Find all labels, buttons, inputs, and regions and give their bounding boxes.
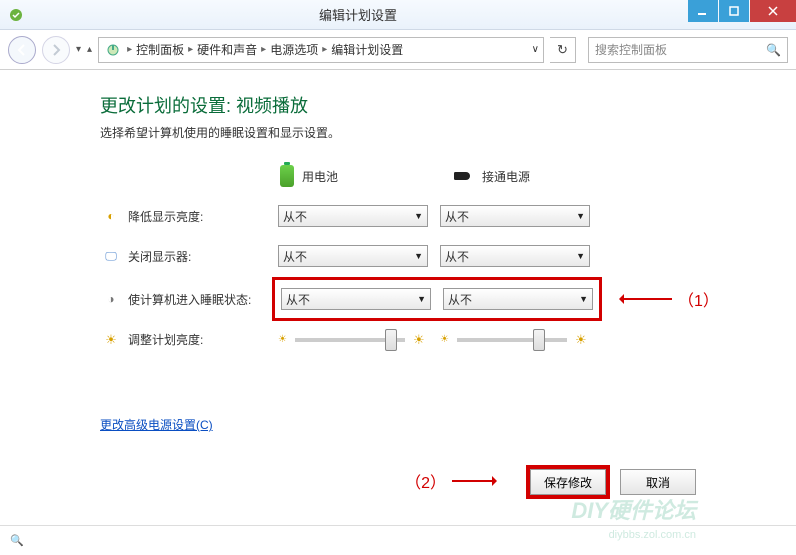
- search-placeholder: 搜索控制面板: [595, 41, 667, 58]
- search-input[interactable]: 搜索控制面板 🔍: [588, 37, 788, 63]
- chevron-right-icon: ▸: [184, 44, 197, 55]
- chevron-down-icon: ▼: [576, 251, 585, 261]
- dim-battery-select[interactable]: 从不▼: [278, 205, 428, 227]
- arrow-right-icon: [452, 480, 496, 482]
- cancel-button[interactable]: 取消: [620, 469, 696, 495]
- turn-off-display-row: 🖵 关闭显示器: 从不▼ 从不▼: [100, 245, 796, 267]
- arrow-left-icon: [620, 298, 672, 300]
- column-headers: 用电池 接通电源: [100, 165, 796, 187]
- off-ac-select[interactable]: 从不▼: [440, 245, 590, 267]
- app-icon: [4, 3, 28, 27]
- history-dropdown-icon[interactable]: ▾: [76, 44, 81, 55]
- minimize-button[interactable]: [688, 0, 718, 22]
- page-subheading: 选择希望计算机使用的睡眠设置和显示设置。: [100, 124, 796, 141]
- sun-icon: ☀: [100, 332, 122, 348]
- refresh-button[interactable]: ↻: [550, 37, 576, 63]
- moon-icon: ◑: [100, 292, 122, 306]
- sleep-battery-select[interactable]: 从不▼: [281, 288, 431, 310]
- dim-display-row: ◐ 降低显示亮度: 从不▼ 从不▼: [100, 205, 796, 227]
- breadcrumb-item[interactable]: 电源选项: [270, 41, 318, 58]
- dim-ac-select[interactable]: 从不▼: [440, 205, 590, 227]
- brightness-low-icon: ☀: [440, 334, 449, 345]
- save-button[interactable]: 保存修改: [530, 469, 606, 495]
- advanced-settings-link[interactable]: 更改高级电源设置(C): [100, 416, 213, 433]
- ac-column-header: 接通电源: [450, 165, 600, 187]
- breadcrumb[interactable]: ▸ 控制面板 ▸ 硬件和声音 ▸ 电源选项 ▸ 编辑计划设置 ∨: [98, 37, 544, 63]
- plug-icon: [450, 170, 474, 182]
- breadcrumb-item[interactable]: 控制面板: [136, 41, 184, 58]
- brightness-low-icon: ☀: [278, 334, 287, 345]
- dim-icon: ◐: [100, 209, 122, 223]
- forward-button[interactable]: [42, 36, 70, 64]
- watermark: DIY硬件论坛: [571, 493, 696, 525]
- dim-label: 降低显示亮度:: [128, 208, 278, 225]
- status-bar: 🔍: [0, 525, 796, 555]
- chevron-right-icon: ▸: [123, 44, 136, 55]
- chevron-down-icon: ▼: [579, 294, 588, 304]
- breadcrumb-item[interactable]: 编辑计划设置: [331, 41, 403, 58]
- sleep-label: 使计算机进入睡眠状态:: [128, 291, 278, 308]
- breadcrumb-item[interactable]: 硬件和声音: [197, 41, 257, 58]
- battery-icon: [280, 165, 294, 187]
- navigation-bar: ▾ ▴ ▸ 控制面板 ▸ 硬件和声音 ▸ 电源选项 ▸ 编辑计划设置 ∨ ↻ 搜…: [0, 30, 796, 70]
- highlight-box-1: 从不▼ 从不▼: [272, 277, 602, 321]
- annotation-2: （2）: [405, 469, 496, 493]
- chevron-down-icon: ▼: [576, 211, 585, 221]
- back-button[interactable]: [8, 36, 36, 64]
- close-button[interactable]: [750, 0, 796, 22]
- battery-column-header: 用电池: [280, 165, 430, 187]
- brightness-battery-slider[interactable]: [295, 338, 405, 342]
- magnify-icon: 🔍: [10, 534, 24, 547]
- breadcrumb-dropdown-icon[interactable]: ∨: [532, 44, 539, 55]
- chevron-down-icon: ▼: [414, 211, 423, 221]
- window-titlebar: 编辑计划设置: [0, 0, 796, 30]
- search-icon: 🔍: [766, 43, 781, 57]
- battery-label: 用电池: [302, 168, 338, 185]
- ac-label: 接通电源: [482, 168, 530, 185]
- brightness-high-icon: ☀: [575, 332, 587, 348]
- chevron-down-icon: ▼: [417, 294, 426, 304]
- maximize-button[interactable]: [719, 0, 749, 22]
- brightness-label: 调整计划亮度:: [128, 331, 278, 348]
- monitor-icon: 🖵: [100, 249, 122, 264]
- page-heading: 更改计划的设置: 视频播放: [100, 92, 796, 118]
- footer-buttons: 保存修改 取消: [530, 469, 696, 495]
- main-content: 更改计划的设置: 视频播放 选择希望计算机使用的睡眠设置和显示设置。 用电池 接…: [0, 70, 796, 434]
- off-battery-select[interactable]: 从不▼: [278, 245, 428, 267]
- off-label: 关闭显示器:: [128, 248, 278, 265]
- chevron-right-icon: ▸: [318, 44, 331, 55]
- up-button-icon[interactable]: ▴: [87, 44, 92, 55]
- chevron-right-icon: ▸: [257, 44, 270, 55]
- brightness-row: ☀ 调整计划亮度: ☀ ☀ ☀ ☀: [100, 331, 796, 348]
- sleep-ac-select[interactable]: 从不▼: [443, 288, 593, 310]
- sleep-row: ◑ 使计算机进入睡眠状态: 从不▼ 从不▼ （1）: [100, 285, 796, 313]
- window-title: 编辑计划设置: [28, 5, 688, 24]
- chevron-down-icon: ▼: [414, 251, 423, 261]
- brightness-ac-slider[interactable]: [457, 338, 567, 342]
- brightness-high-icon: ☀: [413, 332, 425, 348]
- power-icon: [103, 43, 123, 57]
- annotation-1: （1）: [620, 287, 719, 311]
